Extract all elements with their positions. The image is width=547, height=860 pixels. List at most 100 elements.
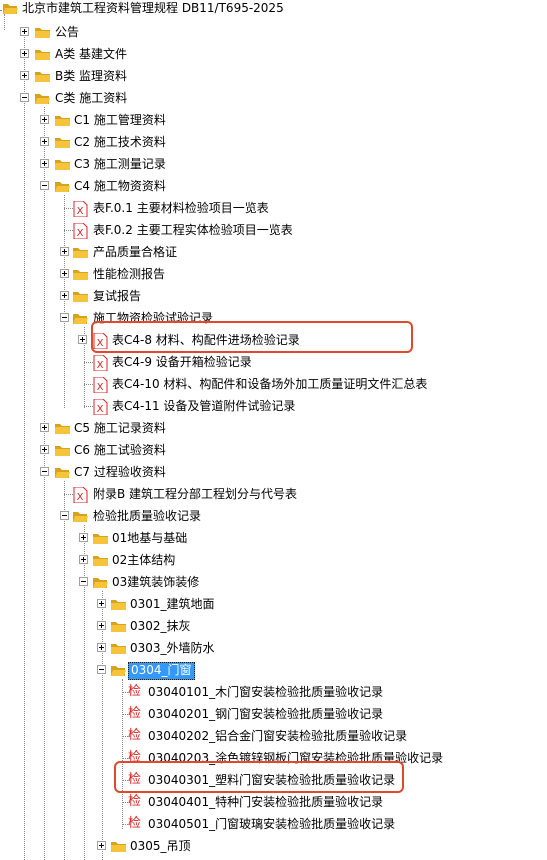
- tree-node-label[interactable]: C2 施工技术资料: [72, 134, 168, 150]
- tree-node-label[interactable]: 01地基与基础: [110, 530, 189, 546]
- tree-node-label[interactable]: 表C4-10 材料、构配件和设备场外加工质量证明文件汇总表: [110, 376, 429, 392]
- tree-node-label[interactable]: 03040301_塑料门窗安装检验批质量验收记录: [146, 772, 397, 788]
- tree-node-matrec[interactable]: 施工物资检验试验记录: [0, 308, 547, 330]
- expand-plus-icon[interactable]: [79, 555, 88, 564]
- tree-node-label[interactable]: 03040501_门窗玻璃安装检验批质量验收记录: [146, 816, 397, 832]
- tree-node-a[interactable]: A类 基建文件: [0, 44, 547, 66]
- tree-node-label[interactable]: C5 施工记录资料: [72, 420, 168, 436]
- tree-node-gonggao[interactable]: 公告: [0, 22, 547, 44]
- tree-node-label[interactable]: 北京市建筑工程资料管理规程 DB11/T695-2025: [20, 0, 286, 16]
- tree-node-f02[interactable]: X 表F.0.2 主要工程实体检验项目一览表: [0, 220, 547, 242]
- expand-plus-icon[interactable]: [60, 291, 69, 300]
- tree-node-0304[interactable]: 0304_门窗: [0, 660, 547, 682]
- tree-node-0301[interactable]: 0301_建筑地面: [0, 594, 547, 616]
- tree-node-02[interactable]: 02主体结构: [0, 550, 547, 572]
- expand-plus-icon[interactable]: [97, 841, 106, 850]
- tree-node-c3[interactable]: C3 施工测量记录: [0, 154, 547, 176]
- tree-node-f201[interactable]: 检 03040201_钢门窗安装检验批质量验收记录: [0, 704, 547, 726]
- tree-node-label[interactable]: 0305_吊顶: [128, 838, 193, 854]
- expand-plus-icon[interactable]: [60, 269, 69, 278]
- tree-node-f401[interactable]: 检 03040401_特种门安装检验批质量验收记录: [0, 792, 547, 814]
- tree-node-b[interactable]: B类 监理资料: [0, 66, 547, 88]
- tree-node-label[interactable]: C类 施工资料: [53, 90, 129, 106]
- tree-node-label[interactable]: 03040401_特种门安装检验批质量验收记录: [146, 794, 385, 810]
- tree-node-label[interactable]: 0303_外墙防水: [128, 640, 217, 656]
- tree-node-batch[interactable]: 检验批质量验收记录: [0, 506, 547, 528]
- tree-node-c2[interactable]: C2 施工技术资料: [0, 132, 547, 154]
- tree-node-c411[interactable]: X 表C4-11 设备及管道附件试验记录: [0, 396, 547, 418]
- tree-node-c4[interactable]: C4 施工物资资料: [0, 176, 547, 198]
- collapse-minus-icon[interactable]: [60, 511, 69, 520]
- tree-node-label[interactable]: 施工物资检验试验记录: [91, 310, 215, 326]
- expand-plus-icon[interactable]: [20, 71, 29, 80]
- expand-plus-icon[interactable]: [97, 643, 106, 652]
- tree-node-01[interactable]: 01地基与基础: [0, 528, 547, 550]
- tree-node-f301[interactable]: 检 03040301_塑料门窗安装检验批质量验收记录: [0, 770, 547, 792]
- tree-node-c48[interactable]: X 表C4-8 材料、构配件进场检验记录: [0, 330, 547, 352]
- tree-node-label[interactable]: 公告: [53, 24, 81, 40]
- tree-node-f501[interactable]: 检 03040501_门窗玻璃安装检验批质量验收记录: [0, 814, 547, 836]
- tree-node-0305[interactable]: 0305_吊顶: [0, 836, 547, 858]
- tree-node-label[interactable]: 0301_建筑地面: [128, 596, 217, 612]
- collapse-minus-icon[interactable]: [60, 313, 69, 322]
- expand-plus-icon[interactable]: [40, 445, 49, 454]
- tree-node-f203[interactable]: 检 03040203_涂色镀锌钢板门窗安装检验批质量验收记录: [0, 748, 547, 770]
- tree-node-c1[interactable]: C1 施工管理资料: [0, 110, 547, 132]
- tree-node-label[interactable]: C4 施工物资资料: [72, 178, 168, 194]
- tree-node-label[interactable]: 表F.0.1 主要材料检验项目一览表: [91, 200, 271, 216]
- collapse-minus-icon[interactable]: [20, 93, 29, 102]
- tree-node-label[interactable]: 复试报告: [91, 288, 143, 304]
- tree-node-retest[interactable]: 复试报告: [0, 286, 547, 308]
- tree-node-label-selected[interactable]: 0304_门窗: [128, 662, 195, 680]
- tree-node-label[interactable]: 表C4-8 材料、构配件进场检验记录: [110, 332, 302, 348]
- tree-node-label[interactable]: C7 过程验收资料: [72, 464, 168, 480]
- expand-plus-icon[interactable]: [40, 423, 49, 432]
- tree-node-f01[interactable]: X 表F.0.1 主要材料检验项目一览表: [0, 198, 547, 220]
- tree-node-c7[interactable]: C7 过程验收资料: [0, 462, 547, 484]
- tree-node-label[interactable]: 表C4-9 设备开箱检验记录: [110, 354, 254, 370]
- tree-node-c410[interactable]: X 表C4-10 材料、构配件和设备场外加工质量证明文件汇总表: [0, 374, 547, 396]
- tree-node-label[interactable]: B类 监理资料: [53, 68, 129, 84]
- tree-node-label[interactable]: C1 施工管理资料: [72, 112, 168, 128]
- tree-node-label[interactable]: 表F.0.2 主要工程实体检验项目一览表: [91, 222, 295, 238]
- collapse-minus-icon[interactable]: [40, 181, 49, 190]
- tree-node-0303[interactable]: 0303_外墙防水: [0, 638, 547, 660]
- tree-node-f202[interactable]: 检 03040202_铝合金门窗安装检验批质量验收记录: [0, 726, 547, 748]
- tree-node-label[interactable]: 性能检测报告: [91, 266, 167, 282]
- tree-node-root[interactable]: 北京市建筑工程资料管理规程 DB11/T695-2025: [0, 0, 547, 22]
- tree-node-c6[interactable]: C6 施工试验资料: [0, 440, 547, 462]
- tree-node-label[interactable]: 02主体结构: [110, 552, 177, 568]
- tree-node-label[interactable]: 表C4-11 设备及管道附件试验记录: [110, 398, 297, 414]
- expand-plus-icon[interactable]: [78, 335, 87, 344]
- tree-node-label[interactable]: 产品质量合格证: [91, 244, 179, 260]
- collapse-minus-icon[interactable]: [79, 577, 88, 586]
- tree-node-label[interactable]: 03040201_钢门窗安装检验批质量验收记录: [146, 706, 385, 722]
- tree-node-perf[interactable]: 性能检测报告: [0, 264, 547, 286]
- tree-node-label[interactable]: 0302_抹灰: [128, 618, 193, 634]
- tree-node-0302[interactable]: 0302_抹灰: [0, 616, 547, 638]
- tree-node-label[interactable]: 检验批质量验收记录: [91, 508, 203, 524]
- tree-node-appb[interactable]: X 附录B 建筑工程分部工程划分与代号表: [0, 484, 547, 506]
- tree-node-label[interactable]: 03建筑装饰装修: [110, 574, 201, 590]
- tree-node-label[interactable]: C6 施工试验资料: [72, 442, 168, 458]
- tree-node-c49[interactable]: X 表C4-9 设备开箱检验记录: [0, 352, 547, 374]
- tree-node-label[interactable]: 附录B 建筑工程分部工程划分与代号表: [91, 486, 299, 502]
- tree-node-03[interactable]: 03建筑装饰装修: [0, 572, 547, 594]
- tree-node-f101[interactable]: 检 03040101_木门窗安装检验批质量验收记录: [0, 682, 547, 704]
- tree-node-label[interactable]: 03040202_铝合金门窗安装检验批质量验收记录: [146, 728, 409, 744]
- collapse-minus-icon[interactable]: [40, 467, 49, 476]
- tree-node-label[interactable]: 03040203_涂色镀锌钢板门窗安装检验批质量验收记录: [146, 750, 445, 766]
- expand-plus-icon[interactable]: [60, 247, 69, 256]
- tree-node-c5[interactable]: C5 施工记录资料: [0, 418, 547, 440]
- expand-plus-icon[interactable]: [97, 621, 106, 630]
- expand-plus-icon[interactable]: [40, 137, 49, 146]
- collapse-minus-icon[interactable]: [97, 665, 106, 674]
- expand-plus-icon[interactable]: [97, 599, 106, 608]
- tree-node-label[interactable]: A类 基建文件: [53, 46, 129, 62]
- expand-plus-icon[interactable]: [20, 49, 29, 58]
- expand-plus-icon[interactable]: [79, 533, 88, 542]
- expand-plus-icon[interactable]: [20, 27, 29, 36]
- expand-plus-icon[interactable]: [40, 115, 49, 124]
- tree-node-cert[interactable]: 产品质量合格证: [0, 242, 547, 264]
- expand-plus-icon[interactable]: [40, 159, 49, 168]
